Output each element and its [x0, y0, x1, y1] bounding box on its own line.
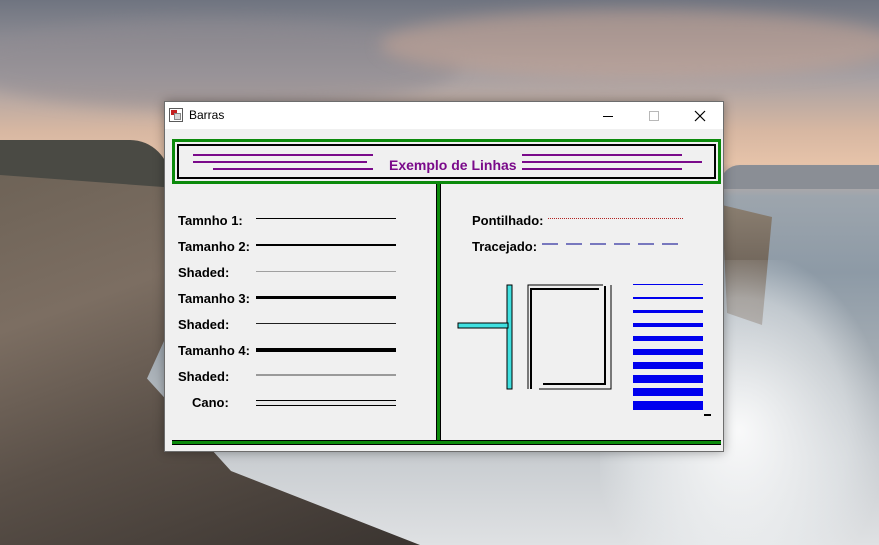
vertical-divider	[436, 184, 441, 442]
line-sample-shaded	[256, 323, 396, 324]
pipe-tee-shape	[457, 284, 513, 390]
dashed-line-sample	[542, 243, 682, 245]
dotted-line-sample	[548, 218, 683, 219]
line-sample-shaded	[256, 374, 396, 376]
close-button[interactable]	[677, 102, 723, 129]
header-line	[193, 154, 373, 156]
line-sample-size-4	[256, 348, 396, 352]
cursor-mark	[704, 414, 711, 416]
title-bar[interactable]: Barras	[165, 102, 723, 129]
line-sample-shaded	[256, 271, 396, 272]
line-sample-size-2	[256, 244, 396, 246]
line-label-shaded: Shaded:	[178, 317, 230, 332]
dashed-label: Tracejado:	[472, 239, 538, 254]
line-sample-size-1	[256, 218, 396, 219]
dotted-label: Pontilhado:	[472, 213, 544, 228]
client-area: Exemplo de Linhas Tamnho 1: Tamanho 2: S…	[165, 129, 723, 451]
line-label-tamanho-4: Tamanho 4:	[178, 343, 250, 358]
line-label-cano: Cano:	[192, 395, 229, 410]
close-icon	[694, 110, 706, 121]
line-label-shaded: Shaded:	[178, 265, 230, 280]
line-label-tamanho-3: Tamanho 3:	[178, 291, 250, 306]
header-line	[522, 161, 702, 163]
app-icon[interactable]	[169, 108, 183, 122]
maximize-button[interactable]	[631, 102, 677, 129]
window-title: Barras	[189, 108, 225, 122]
header-line	[213, 168, 373, 170]
line-label-shaded: Shaded:	[178, 369, 230, 384]
bottom-divider	[172, 440, 721, 445]
header-line	[193, 161, 367, 163]
line-sample-pipe	[256, 400, 396, 406]
frame-box-shape	[527, 284, 612, 390]
minimize-icon	[603, 115, 613, 117]
header-title: Exemplo de Linhas	[389, 157, 517, 173]
maximize-icon	[649, 110, 659, 121]
header-line	[522, 168, 682, 170]
app-window: Barras Exemplo de Linhas Tamnho 1: Taman…	[164, 101, 724, 452]
minimize-button[interactable]	[585, 102, 631, 129]
line-label-tamnho-1: Tamnho 1:	[178, 213, 243, 228]
line-label-tamanho-2: Tamanho 2:	[178, 239, 250, 254]
line-sample-size-3	[256, 296, 396, 299]
header-line	[522, 154, 682, 156]
